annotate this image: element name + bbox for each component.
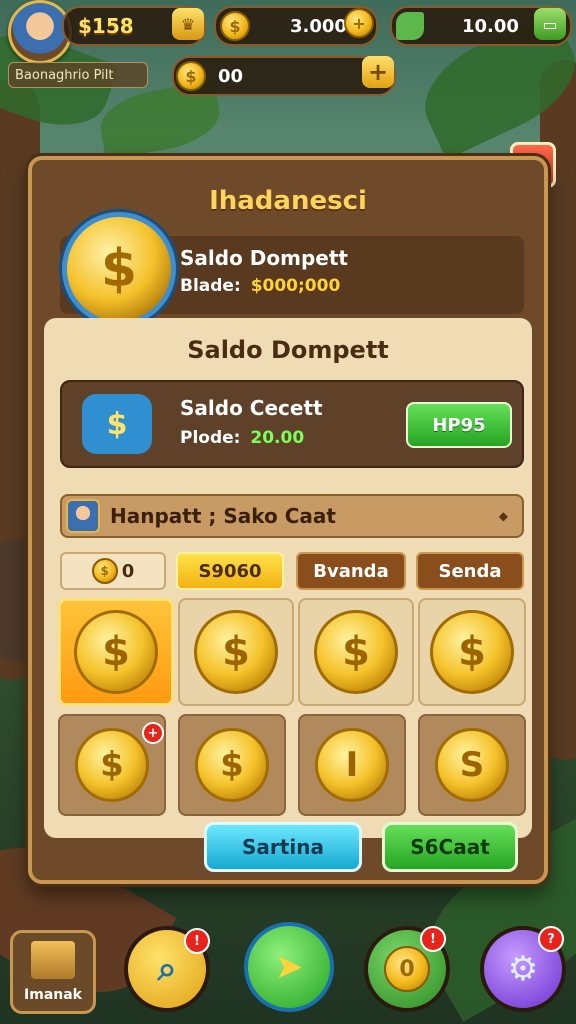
player-name: Baonaghrio Pilt	[15, 67, 114, 83]
coin-package-3[interactable]: $	[298, 598, 414, 706]
coin-package-8[interactable]: S	[418, 714, 526, 816]
tab-senda[interactable]: Senda	[416, 552, 524, 590]
coin-stack-icon: $	[82, 394, 152, 454]
gold-coin-icon: $	[74, 610, 158, 694]
bank-balance-value: 20.00	[250, 428, 305, 448]
bank-label: Saldo Cecett	[180, 396, 323, 420]
play-nav-button[interactable]: ➤	[244, 922, 334, 1012]
panel-title: Ihadanesci	[209, 186, 367, 216]
gold-coin-icon: $	[75, 728, 149, 802]
gear-icon: ⚙	[507, 949, 539, 989]
wallet-content: Saldo Dompett $ Saldo Cecett Plode: 20.0…	[44, 318, 532, 838]
coin-package-6[interactable]: $	[178, 714, 286, 816]
new-badge: +	[142, 722, 164, 744]
gold-coin-icon: $	[195, 728, 269, 802]
user-row[interactable]: Hanpatt ; Sako Caat ◆	[60, 494, 524, 538]
secondary-button[interactable]: Sartina	[204, 822, 362, 872]
tab-selected[interactable]: S9060	[176, 552, 284, 590]
gold-coin-icon: $	[194, 610, 278, 694]
gold-add-icon[interactable]: +	[344, 8, 374, 38]
wallet-label: Saldo Dompett	[180, 246, 348, 270]
tab-coins[interactable]: $ 0	[60, 552, 166, 590]
paper-plane-icon: ➤	[274, 947, 304, 987]
player-name-tag: Baonaghrio Pilt	[8, 62, 148, 88]
gold-coin-icon: S	[435, 728, 509, 802]
coin-icon: $	[91, 558, 118, 584]
gold-coin-icon: $	[430, 610, 514, 694]
bank-action-button[interactable]: HP95	[406, 402, 512, 448]
notification-badge: !	[184, 928, 210, 954]
section-title: Saldo Dompett	[187, 336, 389, 364]
notification-badge: ?	[538, 926, 564, 952]
cash-stack-icon[interactable]: ▭	[534, 8, 566, 40]
gold-coin-icon: $	[314, 610, 398, 694]
shop-button[interactable]: Imanak	[10, 930, 96, 1014]
coin-package-5[interactable]: $ +	[58, 714, 166, 816]
diamond-icon: ◆	[498, 509, 508, 523]
coin-package-2[interactable]: $	[178, 598, 294, 706]
bank-balance-label: Plode:	[180, 428, 241, 448]
coin-package-4[interactable]: $	[418, 598, 526, 706]
tab-coins-label: 0	[121, 560, 135, 582]
coins-value: 00	[218, 65, 244, 87]
coin-package-1[interactable]: $	[58, 598, 174, 706]
shop-label: Imanak	[24, 987, 82, 1003]
gold-coin-icon: I	[315, 728, 389, 802]
coin-package-7[interactable]: I	[298, 714, 406, 816]
primary-button[interactable]: S6Caat	[382, 822, 518, 872]
wallet-balance-label: Blade:	[180, 276, 241, 296]
magnifier-icon: ⌕	[157, 949, 177, 989]
user-avatar-icon	[66, 499, 100, 533]
wallet-balance-value: $000;000	[250, 276, 341, 296]
notification-badge: !	[420, 926, 446, 952]
gems-value: 10.00	[462, 15, 519, 37]
wallet-panel: Ihadanesci Saldo Dompett Blade: $000;000…	[28, 156, 548, 884]
coin-icon: $	[176, 61, 206, 91]
cash-value: $158	[78, 14, 134, 38]
top-hud: $158 ♛ $ 3.0000 + 10.00 ▭ Baonaghrio Pil…	[0, 0, 576, 100]
wallet-coin-icon: $	[62, 212, 176, 326]
bank-balance-row: $ Saldo Cecett Plode: 20.00 HP95	[60, 380, 524, 468]
plus-icon[interactable]: +	[362, 56, 394, 88]
user-row-text: Hanpatt ; Sako Caat	[110, 504, 336, 528]
coin-icon: 0	[384, 946, 430, 992]
leaf-icon	[396, 12, 424, 40]
coin-icon: $	[220, 11, 250, 41]
treasure-box-icon	[31, 941, 75, 979]
crown-icon[interactable]: ♛	[172, 8, 204, 40]
tab-bvanda[interactable]: Bvanda	[296, 552, 406, 590]
